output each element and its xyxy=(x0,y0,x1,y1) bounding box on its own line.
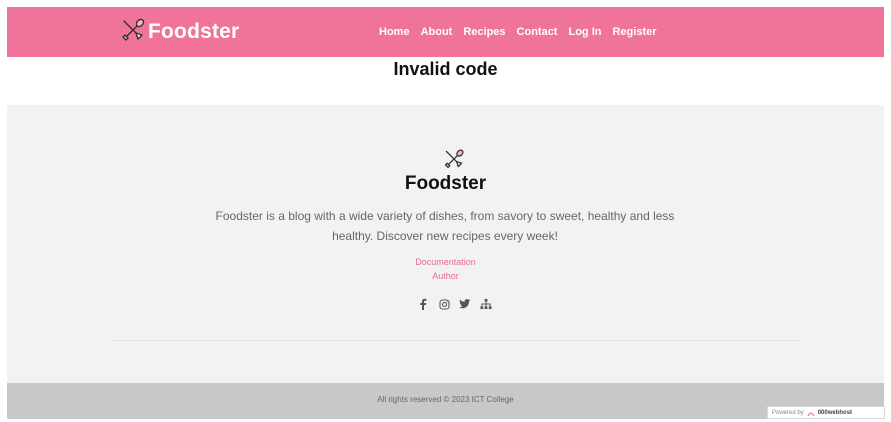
documentation-link[interactable]: Documentation xyxy=(7,255,884,269)
utensils-crossed-icon xyxy=(120,17,146,48)
nav-contact[interactable]: Contact xyxy=(517,24,558,40)
footer-brand: Foodster xyxy=(404,173,487,194)
nav-login[interactable]: Log In xyxy=(568,24,601,40)
brand-name: Foodster xyxy=(148,20,240,43)
brand-link[interactable]: Foodster xyxy=(120,17,240,48)
main-nav: Home About Recipes Contact Log In Regist… xyxy=(379,24,657,40)
twitter-icon[interactable] xyxy=(459,298,471,310)
sitemap-icon[interactable] xyxy=(480,298,492,310)
instagram-icon[interactable] xyxy=(438,298,450,310)
utensils-crossed-icon xyxy=(443,148,465,170)
nav-about[interactable]: About xyxy=(421,24,453,40)
footer-description: Foodster is a blog with a wide variety o… xyxy=(215,209,675,243)
nav-recipes[interactable]: Recipes xyxy=(463,24,505,40)
author-link[interactable]: Author xyxy=(7,269,884,283)
page-title: Invalid code xyxy=(393,59,498,79)
badge-prefix: Powered by xyxy=(772,409,804,416)
footer-links: Documentation Author xyxy=(7,255,884,283)
nav-register[interactable]: Register xyxy=(612,24,656,40)
navbar: Foodster Home About Recipes Contact Log … xyxy=(7,7,884,57)
social-links xyxy=(417,298,492,310)
copyright-bar: All rights reserved © 2023 ICT College xyxy=(7,383,884,419)
badge-brand: 000webhost xyxy=(817,409,853,416)
nav-home[interactable]: Home xyxy=(379,24,410,40)
copyright-text: All rights reserved © 2023 ICT College xyxy=(377,395,514,404)
footer-divider xyxy=(112,340,800,341)
hosting-badge[interactable]: Powered by 000webhost xyxy=(767,406,885,419)
footer: Foodster Foodster is a blog with a wide … xyxy=(7,105,884,383)
facebook-icon[interactable] xyxy=(417,298,429,310)
